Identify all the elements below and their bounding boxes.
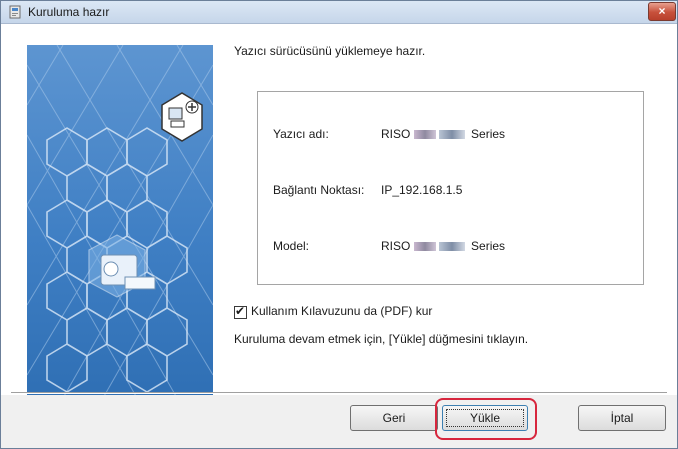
install-button-highlight — [435, 398, 537, 440]
redacted-model-part — [413, 130, 436, 140]
dialog-heading: Yazıcı sürücüsünü yüklemeye hazır. — [234, 44, 426, 58]
checkmark-icon: ✔ — [235, 304, 246, 318]
back-button[interactable]: Geri — [350, 405, 438, 431]
printer-name-label: Yazıcı adı: — [273, 127, 329, 141]
divider — [11, 392, 667, 394]
model-suffix: Series — [471, 239, 506, 253]
printer-name-value: RISO Series — [381, 127, 505, 141]
window-title: Kuruluma hazır — [28, 5, 110, 19]
redacted-model-part — [438, 242, 465, 252]
install-manual-label[interactable]: Kullanım Kılavuzunu da (PDF) kur — [251, 304, 432, 318]
installer-banner — [26, 44, 214, 399]
installer-app-icon — [9, 5, 21, 19]
close-icon: × — [658, 4, 666, 18]
hexagon-pattern — [26, 44, 214, 399]
printer-name-suffix: Series — [471, 127, 506, 141]
port-value: IP_192.168.1.5 — [381, 183, 463, 197]
redacted-model-part — [438, 130, 465, 140]
printer-info-box: Yazıcı adı: RISO Series Bağlantı Noktası… — [257, 91, 644, 285]
cancel-button[interactable]: İptal — [578, 405, 666, 431]
printer-name-prefix: RISO — [381, 127, 411, 141]
close-button[interactable]: × — [648, 2, 676, 21]
button-bar — [1, 395, 677, 448]
installer-dialog: Kuruluma hazır × Yazıcı sürücüsünü yükle… — [0, 0, 678, 449]
model-label: Model: — [273, 239, 310, 253]
instruction-text: Kuruluma devam etmek için, [Yükle] düğme… — [234, 332, 529, 346]
dialog-body: Yazıcı sürücüsünü yüklemeye hazır. Yazıc… — [1, 24, 677, 448]
model-value: RISO Series — [381, 239, 505, 253]
redacted-model-part — [413, 242, 436, 252]
install-manual-checkbox[interactable]: ✔ — [234, 304, 247, 319]
port-label: Bağlantı Noktası: — [273, 183, 365, 197]
title-bar: Kuruluma hazır × — [1, 1, 677, 24]
model-prefix: RISO — [381, 239, 411, 253]
